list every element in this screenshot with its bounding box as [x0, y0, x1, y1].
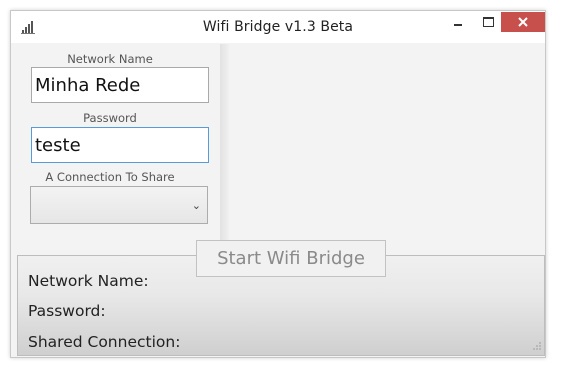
status-network-name-label: Network Name: [28, 272, 149, 290]
resize-grip-icon[interactable] [531, 342, 541, 352]
minimize-button[interactable] [444, 11, 472, 33]
app-window: Wifi Bridge v1.3 Beta Network Name Passw… [10, 10, 546, 358]
close-button[interactable] [501, 12, 545, 32]
maximize-button[interactable] [474, 11, 502, 33]
panel-divider [220, 44, 229, 254]
close-icon [518, 17, 528, 27]
chevron-down-icon: ⌄ [191, 199, 201, 212]
minimize-icon [454, 24, 462, 26]
title-bar[interactable]: Wifi Bridge v1.3 Beta [11, 11, 545, 43]
connection-label: A Connection To Share [45, 170, 175, 184]
maximize-icon [483, 17, 494, 27]
status-password-label: Password: [28, 302, 106, 320]
start-wifi-bridge-button[interactable]: Start Wifi Bridge [196, 240, 386, 277]
content-area [229, 44, 545, 254]
connection-select[interactable]: ⌄ [30, 186, 208, 224]
network-name-label: Network Name [67, 52, 153, 66]
network-name-input[interactable] [31, 67, 209, 103]
status-shared-connection-label: Shared Connection: [28, 333, 181, 351]
password-label: Password [83, 111, 137, 125]
password-input[interactable] [31, 127, 209, 163]
